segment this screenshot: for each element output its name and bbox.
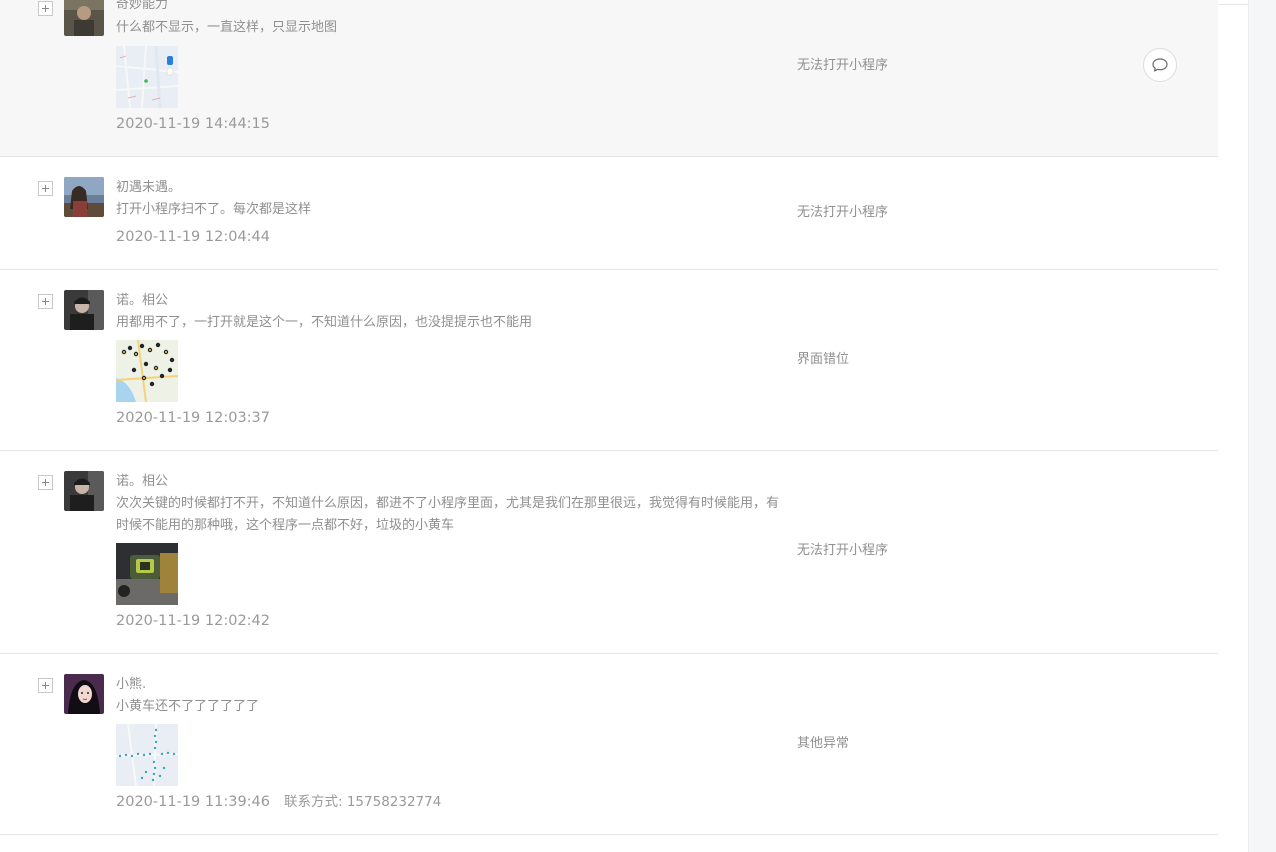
feedback-meta: 2020-11-19 11:39:46 联系方式: 15758232774: [116, 792, 441, 812]
avatar: [64, 471, 104, 511]
avatar: [64, 0, 104, 36]
feedback-row[interactable]: 奇妙能力 什么都不显示，一直这样，只显示地图 2020-11-19 14:44:…: [0, 0, 1218, 157]
map-screenshot-thumbnail[interactable]: [116, 46, 178, 108]
expand-toggle-icon[interactable]: [38, 181, 53, 196]
feedback-content: 什么都不显示，一直这样，只显示地图: [116, 20, 338, 35]
avatar: [64, 290, 104, 330]
user-name: 诺。相公: [116, 293, 169, 308]
reply-button[interactable]: [1143, 48, 1177, 82]
expand-toggle-icon[interactable]: [38, 294, 53, 309]
feedback-row[interactable]: 小熊. 小黄车还不了了了了了了 2020-11-19 11:39:46 联系方式…: [0, 654, 1218, 835]
feedback-category: 无法打开小程序: [797, 543, 889, 558]
expand-toggle-icon[interactable]: [38, 475, 53, 490]
user-name: 初遇未遇。: [116, 180, 182, 195]
feedback-category: 无法打开小程序: [797, 58, 889, 73]
expand-toggle-icon[interactable]: [38, 678, 53, 693]
feedback-time: 2020-11-19 11:39:46: [116, 794, 270, 810]
feedback-content: 次次关键的时候都打不开，不知道什么原因，都进不了小程序里面，尤其是我们在那里很远…: [116, 496, 780, 533]
feedback-row[interactable]: 诺。相公 用都用不了，一打开就是这个一，不知道什么原因，也没提提示也不能用 20…: [0, 270, 1218, 451]
feedback-time: 2020-11-19 12:02:42: [116, 613, 270, 629]
feedback-category: 其他异常: [797, 736, 850, 751]
contact-info: 联系方式: 15758232774: [284, 794, 442, 810]
feedback-row[interactable]: 初遇未遇。 打开小程序扫不了。每次都是这样 2020-11-19 12:04:4…: [0, 157, 1218, 270]
feedback-category: 无法打开小程序: [797, 205, 889, 220]
feedback-content: 用都用不了，一打开就是这个一，不知道什么原因，也没提提示也不能用: [116, 315, 533, 330]
bike-lock-photo-thumbnail[interactable]: [116, 543, 178, 605]
map-dotted-route-thumbnail[interactable]: [116, 724, 178, 786]
feedback-page: 奇妙能力 什么都不显示，一直这样，只显示地图 2020-11-19 14:44:…: [0, 0, 1276, 852]
user-name: 小熊.: [116, 677, 147, 692]
user-name: 诺。相公: [116, 474, 169, 489]
feedback-row[interactable]: 诺。相公 次次关键的时候都打不开，不知道什么原因，都进不了小程序里面，尤其是我们…: [0, 451, 1218, 654]
feedback-content: 小黄车还不了了了了了了: [116, 699, 260, 714]
map-with-bike-markers-thumbnail[interactable]: [116, 340, 178, 402]
feedback-category: 界面错位: [797, 352, 850, 367]
feedback-time: 2020-11-19 14:44:15: [116, 116, 270, 132]
expand-toggle-icon[interactable]: [38, 1, 53, 16]
avatar: [64, 674, 104, 714]
user-name: 奇妙能力: [116, 0, 169, 12]
feedback-content: 打开小程序扫不了。每次都是这样: [116, 202, 312, 217]
scrollbar-track[interactable]: [1248, 0, 1276, 852]
avatar: [64, 177, 104, 217]
feedback-time: 2020-11-19 12:03:37: [116, 410, 270, 426]
feedback-time: 2020-11-19 12:04:44: [116, 229, 270, 245]
